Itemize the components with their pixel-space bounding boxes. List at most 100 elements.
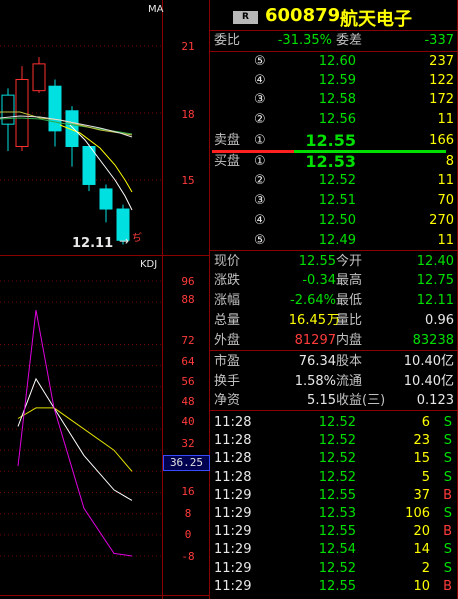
sell-level-row[interactable]: 卖盘 ① 12.55 166	[212, 131, 458, 150]
trade-side: B	[443, 487, 452, 503]
trade-time: 11:29	[214, 524, 252, 540]
stat-label: 总量	[214, 313, 241, 328]
trade-side: B	[443, 524, 452, 540]
trade-volume: 15	[413, 451, 430, 467]
level-price: 12.55	[305, 131, 356, 150]
diff-label: 委差	[336, 33, 363, 48]
buy-level-row[interactable]: ② 12.52 11	[212, 171, 458, 190]
fund-value: 5.15	[307, 393, 336, 408]
kdj-tick: 96	[181, 275, 195, 288]
level-number: ⑤	[254, 233, 266, 248]
trade-price: 12.52	[318, 560, 356, 576]
fund-value: 10.40亿	[403, 374, 454, 389]
ratio-row: 委比 -31.35% 委差 -337	[212, 31, 458, 50]
trade-price: 12.55	[318, 578, 356, 594]
low-price-label: 12.11	[72, 236, 114, 251]
level-number: ①	[254, 133, 266, 148]
buy-level-row[interactable]: 买盘 ① 12.53 8	[212, 152, 458, 171]
level-price: 12.52	[318, 173, 356, 188]
trade-time: 11:29	[214, 542, 252, 558]
fund-label: 股本	[336, 354, 363, 369]
level-volume: 237	[429, 54, 454, 69]
stat-label: 内盘	[336, 333, 363, 348]
kdj-tick: 72	[181, 334, 195, 347]
level-volume: 8	[445, 154, 454, 169]
stat-label: 涨跌	[214, 273, 241, 288]
trade-row[interactable]: 11:28 12.52 15 S	[212, 450, 458, 468]
kdj-panel[interactable]	[0, 256, 162, 595]
kline-chart	[0, 45, 162, 245]
stat-row: 外盘 81297 内盘 83238	[212, 331, 458, 350]
trade-volume: 14	[413, 542, 430, 558]
stock-name: 航天电子	[340, 9, 412, 30]
stat-value: 81297	[294, 333, 336, 348]
buy-level-row[interactable]: ④ 12.50 270	[212, 211, 458, 230]
trade-row[interactable]: 11:28 12.52 23 S	[212, 432, 458, 450]
orderbook-bottom-line	[210, 250, 458, 251]
level-number: ②	[254, 112, 266, 127]
kdj-d-line	[17, 407, 133, 472]
diff-value: -337	[424, 33, 454, 48]
stat-value: 12.11	[416, 293, 454, 308]
stat-value: 16.45	[288, 313, 326, 328]
trade-time: 11:29	[214, 578, 252, 594]
low-arrow-icon: →	[119, 234, 130, 248]
fund-label: 收益(三)	[336, 393, 386, 408]
kdj-tick: 88	[181, 293, 195, 306]
level-volume: 122	[429, 73, 454, 88]
fund-label: 换手	[214, 374, 241, 389]
trade-time: 11:28	[214, 469, 252, 485]
trade-side: S	[443, 542, 452, 558]
margin-badge: R	[233, 11, 258, 24]
buy-level-row[interactable]: ⑤ 12.49 11	[212, 231, 458, 250]
level-number: ④	[254, 213, 266, 228]
stat-value: -0.34	[302, 273, 336, 288]
fund-label: 净资	[214, 393, 241, 408]
level-volume: 172	[429, 92, 454, 107]
stock-code: 600879	[265, 5, 341, 26]
trade-price: 12.52	[318, 433, 356, 449]
candle-body	[32, 63, 46, 92]
trade-volume: 106	[405, 506, 430, 521]
trade-side: S	[443, 560, 452, 576]
sell-level-row[interactable]: ④ 12.59 122	[212, 71, 458, 90]
stat-label: 量比	[336, 313, 363, 328]
trade-row[interactable]: 11:29 12.54 14 S	[212, 541, 458, 559]
trade-side: S	[443, 433, 452, 449]
trade-side: S	[443, 506, 452, 521]
trade-row[interactable]: 11:29 12.53 106 S	[212, 505, 458, 523]
trade-time: 11:28	[214, 415, 252, 430]
buy-strength-bar	[294, 150, 446, 153]
stat-label: 最低	[336, 293, 363, 308]
fund-value: 76.34	[298, 354, 336, 369]
stat-label: 最高	[336, 273, 363, 288]
sell-level-row[interactable]: ⑤ 12.60 237	[212, 52, 458, 71]
trade-time: 11:29	[214, 487, 252, 503]
ratio-label: 委比	[214, 33, 241, 48]
trade-price: 12.52	[318, 469, 356, 485]
trade-row[interactable]: 11:29 12.55 10 B	[212, 578, 458, 596]
level-number: ②	[254, 173, 266, 188]
candle-body	[1, 94, 15, 125]
kline-panel[interactable]: MA 12.11 → ぢ	[0, 0, 163, 255]
trade-row[interactable]: 11:28 12.52 5 S	[212, 469, 458, 487]
sell-level-row[interactable]: ② 12.56 11	[212, 110, 458, 129]
fund-bottom-line	[210, 410, 458, 411]
kdj-chart	[0, 280, 162, 557]
buy-level-row[interactable]: ③ 12.51 70	[212, 191, 458, 210]
trade-row[interactable]: 11:28 12.52 6 S	[212, 414, 458, 432]
trade-volume: 20	[413, 524, 430, 540]
buy-label: 买盘	[214, 154, 241, 169]
level-volume: 70	[437, 193, 454, 208]
trade-volume: 2	[421, 560, 430, 576]
level-number: ③	[254, 193, 266, 208]
trade-time: 11:28	[214, 451, 252, 467]
trade-row[interactable]: 11:29 12.55 20 B	[212, 523, 458, 541]
trade-row[interactable]: 11:29 12.55 37 B	[212, 487, 458, 505]
sell-level-row[interactable]: ③ 12.58 172	[212, 90, 458, 109]
level-number: ④	[254, 73, 266, 88]
level-volume: 11	[437, 173, 454, 188]
level-number: ③	[254, 92, 266, 107]
level-volume: 270	[429, 213, 454, 228]
trade-row[interactable]: 11:29 12.52 2 S	[212, 560, 458, 578]
